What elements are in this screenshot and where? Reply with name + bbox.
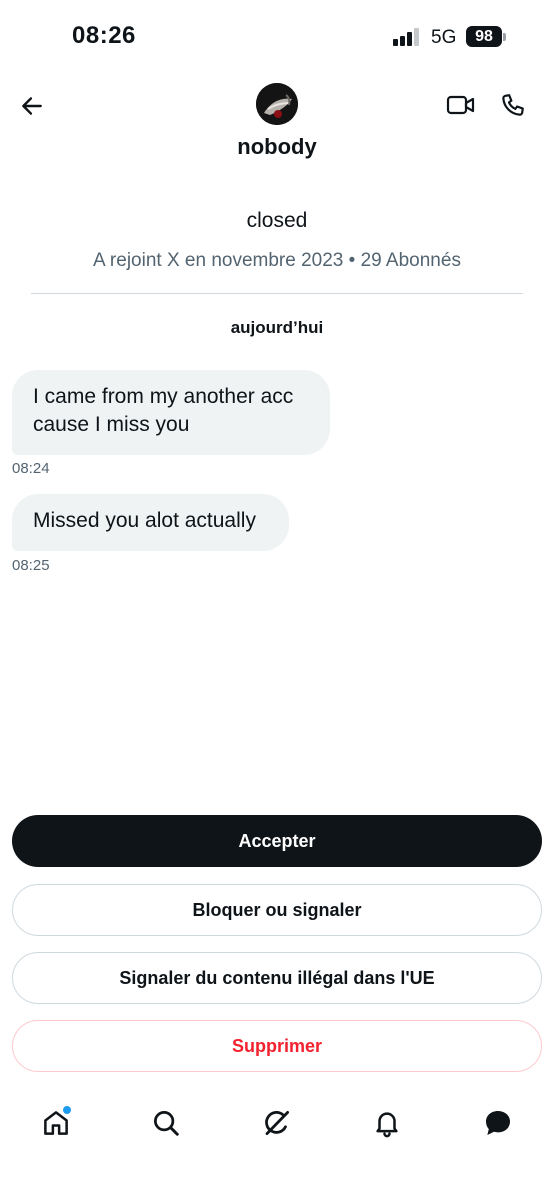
delete-button[interactable]: Supprimer [12,1020,542,1072]
bottom-nav [0,1095,554,1155]
dm-request-screen: 08:26 5G 98 nobody closed A rejoint X en… [0,0,554,1200]
date-separator: aujourd’hui [230,318,324,337]
status-time: 08:26 [72,22,136,49]
nav-messages[interactable] [478,1103,518,1143]
status-bar: 08:26 5G 98 [0,0,554,76]
notifications-bell-icon [376,1112,398,1138]
nav-grok[interactable] [257,1103,297,1143]
phone-icon [502,94,524,116]
profile-meta: A rejoint X en novembre 2023 • 29 Abonné… [93,250,461,271]
network-type: 5G [431,27,457,48]
block-or-report-button[interactable]: Bloquer ou signaler [12,884,542,936]
home-notification-badge [62,1105,72,1115]
search-icon [154,1111,179,1136]
messages-icon [486,1111,510,1135]
battery-icon: 98 [466,26,502,47]
user-name[interactable]: nobody [0,134,554,160]
message-time: 08:24 [12,460,50,477]
report-illegal-content-button[interactable]: Signaler du contenu illégal dans l'UE [12,952,542,1004]
message-time: 08:25 [12,557,50,574]
conversation-header: nobody [0,76,554,176]
back-button[interactable] [14,88,50,124]
grok-icon [265,1111,289,1135]
signal-strength-icon [393,28,421,46]
profile-bio: closed [246,209,308,232]
message-bubble[interactable]: Missed you alot actually [12,494,289,551]
divider [31,293,523,294]
battery-tip [503,33,506,41]
message-bubble[interactable]: I came from my another acc cause I miss … [12,370,330,455]
accept-button[interactable]: Accepter [12,815,542,867]
nav-notifications[interactable] [367,1103,407,1143]
voice-call-button[interactable] [496,88,530,122]
avatar-image [256,83,298,125]
arrow-left-icon [22,97,42,115]
video-camera-icon [446,95,475,115]
nav-search[interactable] [146,1103,186,1143]
video-call-button[interactable] [444,88,478,122]
avatar[interactable] [256,83,298,125]
